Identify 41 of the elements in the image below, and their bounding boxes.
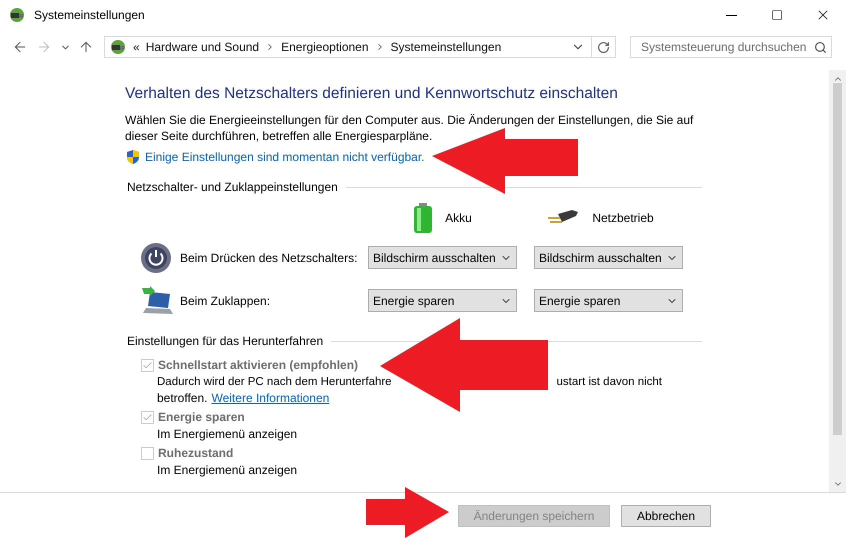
admin-link[interactable]: Einige Einstellungen sind momentan nicht verfügbar.: [145, 150, 425, 164]
address-bar[interactable]: « Hardware und Sound Energieoptionen Systemeinstellungen: [104, 36, 616, 58]
description-text: Dadurch wird der PC nach dem Herunterfahre: [157, 375, 392, 390]
scrollbar-thumb[interactable]: [833, 83, 842, 435]
cancel-button[interactable]: Abbrechen: [621, 504, 711, 526]
column-header: Netzbetrieb: [592, 211, 654, 225]
shield-icon: [125, 149, 141, 165]
breadcrumb[interactable]: Systemeinstellungen: [390, 40, 502, 54]
column-header: Akku: [445, 211, 472, 225]
minimize-icon: [726, 14, 736, 16]
description-text: betroffen.: [157, 390, 208, 406]
description-text: Im Energiemenü anzeigen: [157, 462, 298, 478]
search-icon: [814, 40, 827, 54]
option-label: Ruhezustand: [158, 446, 234, 460]
description-text: ustart ist davon nicht: [556, 375, 662, 390]
option-label: Schnellstart aktivieren (empfohlen): [158, 358, 358, 372]
maximize-icon: [771, 9, 783, 21]
setting-dropdown[interactable]: Energie sparen: [368, 289, 517, 312]
setting-label: Beim Drücken des Netzschalters:: [180, 250, 358, 264]
setting-label: Beim Zuklappen:: [180, 294, 272, 308]
breadcrumb[interactable]: Hardware und Sound: [146, 40, 260, 54]
refresh-icon: [597, 40, 610, 54]
power-button-icon: [140, 242, 172, 274]
description-text: Im Energiemenü anzeigen: [157, 426, 298, 442]
setting-dropdown[interactable]: Bildschirm ausschalten: [534, 246, 683, 269]
intro-text: Wählen Sie die Energieeinstellungen für den Computer aus. Die Änderungen der Einstellungen, die Sie auf dieser Seite durchführen, betreffen alle Energiesparpläne.: [125, 112, 694, 144]
setting-dropdown[interactable]: Bildschirm ausschalten: [368, 246, 517, 269]
app-icon: [109, 38, 127, 56]
laptop-icon: [140, 286, 174, 316]
section-title: Einstellungen für das Herunterfahren: [127, 334, 324, 348]
section-title: Netzschalter- und Zuklappeinstellungen: [127, 180, 338, 194]
setting-dropdown[interactable]: Energie sparen: [534, 289, 683, 312]
battery-icon: [413, 203, 434, 233]
app-icon: [8, 6, 26, 24]
window-title: Systemeinstellungen: [34, 8, 146, 22]
search-field[interactable]: Systemsteuerung durchsuchen: [630, 36, 832, 58]
option-label: Energie sparen: [158, 410, 245, 424]
forward-arrow-icon: [36, 39, 52, 55]
page-heading: Verhalten des Netzschalters definieren und Kennwortschutz einschalten: [125, 85, 619, 103]
overflow-chevrons[interactable]: «: [133, 40, 140, 54]
breadcrumb[interactable]: Energieoptionen: [281, 40, 369, 54]
